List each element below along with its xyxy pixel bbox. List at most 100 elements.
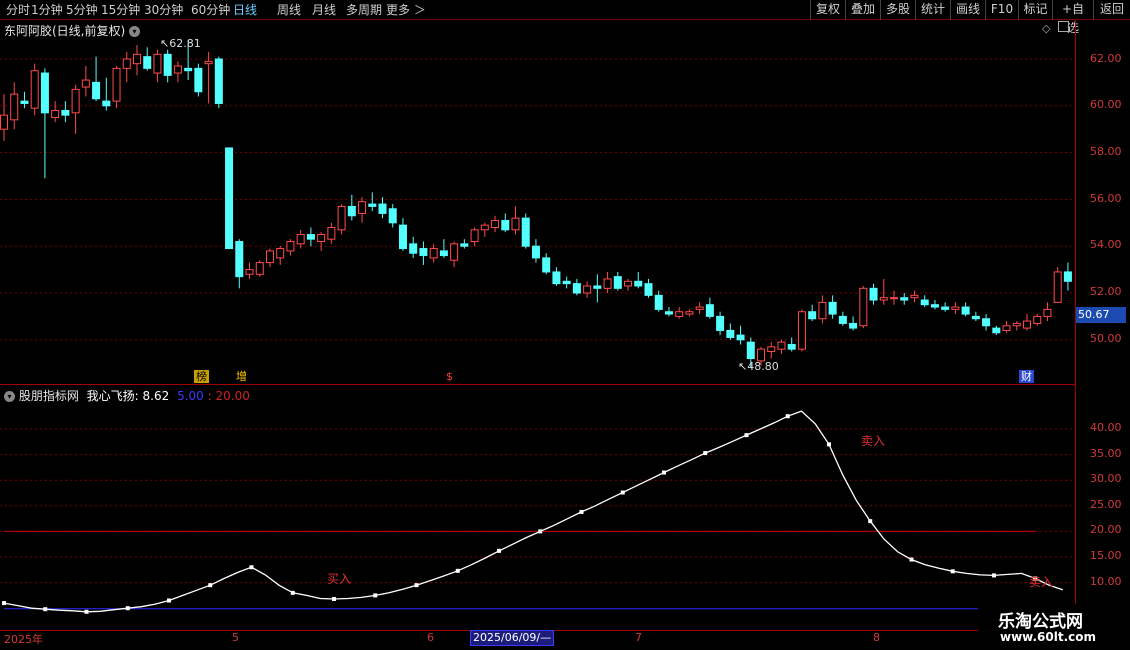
candle-body	[71, 88, 80, 114]
candle-body	[480, 224, 489, 231]
event-badge-finance[interactable]: 财	[1019, 370, 1034, 383]
candle-body	[1023, 320, 1031, 329]
candle-body	[439, 250, 448, 257]
candle-body	[204, 60, 213, 65]
indicator-point	[868, 519, 873, 524]
stock-title: 东阿阿胶(日线,前复权)	[4, 24, 126, 38]
level-separator: :	[207, 389, 212, 403]
candle-body	[388, 208, 397, 224]
event-badge-rank[interactable]: 榜	[194, 370, 209, 383]
candle-body	[838, 315, 847, 324]
maximize-icon[interactable]	[1058, 21, 1069, 32]
watermark-title: 乐淘公式网	[998, 612, 1083, 632]
candle-body	[225, 147, 234, 250]
level-low-value: 5.00	[177, 389, 204, 403]
candle-body	[961, 306, 970, 315]
candle-body	[245, 269, 254, 275]
price-tick-label: 52.00	[1090, 285, 1122, 298]
indicator-point	[332, 596, 336, 601]
candle-body	[20, 100, 29, 104]
candle-body	[951, 306, 960, 310]
indicator-point	[909, 557, 914, 562]
candle-body	[368, 203, 377, 207]
candle-body	[255, 262, 264, 275]
x-label-june: 6	[427, 631, 434, 644]
candle-body	[746, 341, 755, 360]
candle-body	[787, 343, 796, 350]
candle-body	[10, 93, 19, 121]
candle-body	[982, 318, 991, 327]
candle-body	[552, 271, 561, 285]
candle-body	[450, 243, 459, 261]
indicator-point	[455, 568, 460, 573]
candle-body	[777, 341, 786, 350]
candle-body	[562, 280, 571, 285]
candle-body	[1033, 315, 1042, 324]
title-dropdown-icon[interactable]: ▾	[129, 26, 141, 37]
indicator-name: 股朋指标网	[18, 389, 79, 403]
indicator-tick-label: 35.00	[1090, 446, 1122, 460]
indicator-tick-label: 25.00	[1090, 497, 1122, 511]
indicator-dropdown-icon[interactable]: ▾	[4, 391, 15, 402]
candle-body	[808, 311, 817, 320]
candle-body	[726, 329, 735, 338]
low-arrow-icon: ↖	[738, 360, 748, 373]
candle-body	[112, 67, 121, 102]
candle-body	[265, 250, 274, 264]
signal-buy: 买入	[327, 572, 352, 586]
candle-body	[583, 285, 592, 294]
candle-body	[0, 114, 8, 130]
candle-body	[122, 58, 131, 69]
candle-body	[849, 322, 858, 329]
high-arrow-icon: ↖	[160, 37, 170, 50]
candle-body	[624, 280, 633, 287]
kline-chart-svg	[0, 40, 1075, 614]
indicator-tick-label: 40.00	[1090, 421, 1122, 434]
candle-body	[767, 346, 776, 353]
candle-body	[276, 248, 285, 259]
diamond-icon[interactable]: ◇	[1042, 22, 1050, 35]
event-badge-increase[interactable]: 增	[234, 370, 249, 383]
indicator-point	[579, 509, 584, 514]
indicator-line	[3, 410, 1064, 613]
candle-body	[214, 58, 223, 104]
candle-body	[429, 248, 438, 259]
candle-body	[501, 219, 510, 231]
indicator-point	[249, 565, 254, 570]
candle-body	[531, 245, 540, 259]
candle-body	[716, 315, 725, 331]
candle-body	[1043, 308, 1052, 317]
candle-body	[613, 276, 622, 289]
indicator-point	[43, 607, 48, 612]
price-tick-label: 50.00	[1090, 332, 1122, 345]
candle-body	[398, 224, 407, 250]
candle-body	[132, 53, 141, 65]
candle-body	[828, 301, 837, 315]
indicator-point	[84, 609, 89, 614]
candle-body	[194, 67, 203, 93]
candle-body	[920, 299, 929, 306]
candle-body	[409, 243, 418, 254]
candle-body	[685, 311, 694, 315]
candle-body	[1063, 271, 1072, 282]
indicator-value: 我心飞扬: 8.62	[86, 389, 170, 403]
candle-body	[593, 285, 602, 289]
candle-body	[890, 297, 899, 300]
candle-body	[358, 201, 367, 214]
indicator-tick-label: 20.00	[1090, 523, 1122, 537]
candle-body	[296, 234, 305, 245]
candle-body	[695, 306, 704, 310]
indicator-point	[208, 583, 213, 588]
candle-body	[347, 205, 356, 217]
candle-body	[30, 70, 39, 109]
candle-body	[1012, 322, 1021, 327]
x-label-august: 8	[873, 631, 880, 644]
candle-body	[521, 217, 530, 247]
event-badge-dividend[interactable]: $	[444, 370, 455, 383]
cursor-date: 2025/06/09/—	[470, 630, 555, 646]
candle-body	[470, 229, 479, 243]
indicator-point	[414, 583, 419, 588]
candle-body	[910, 294, 919, 299]
candle-body	[378, 203, 387, 214]
candle-body	[941, 306, 950, 310]
